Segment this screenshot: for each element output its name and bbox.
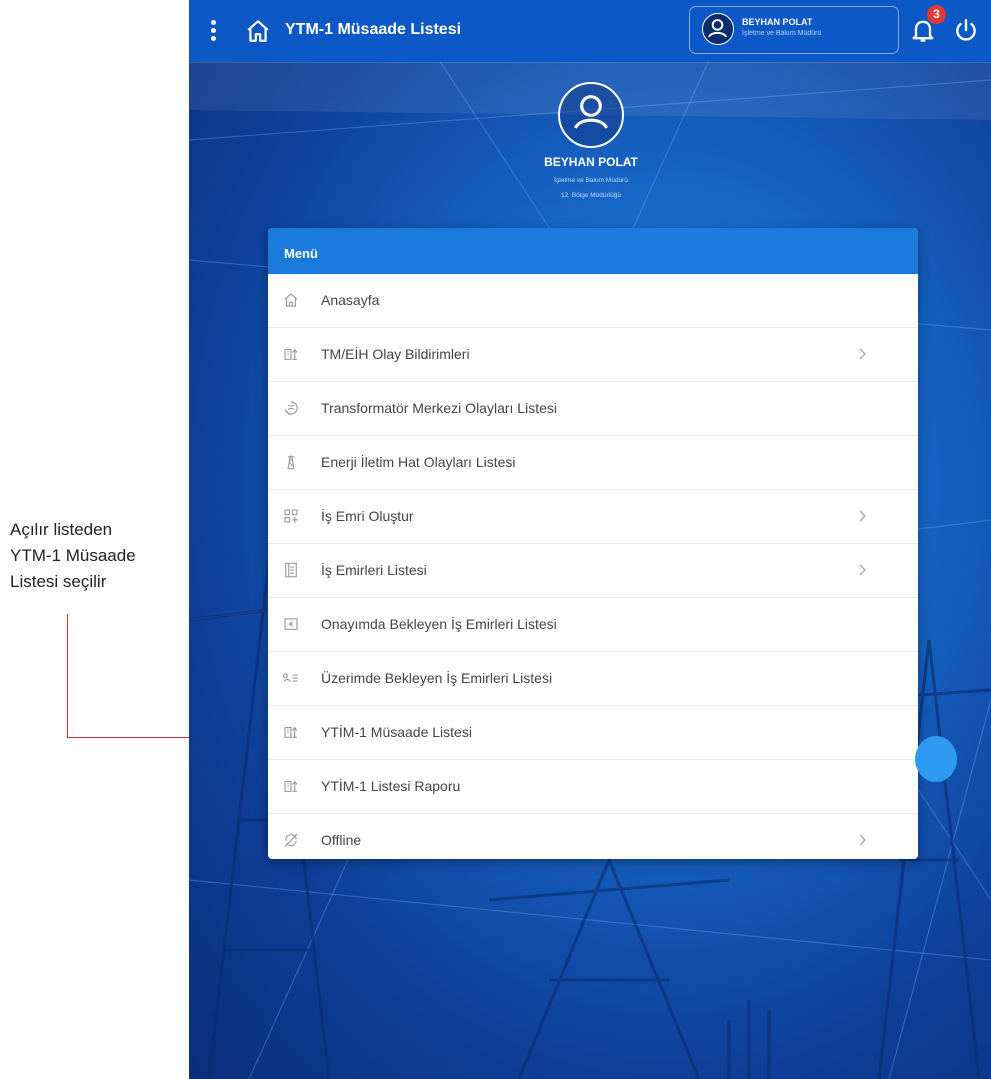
menu-item-anasayfa[interactable]: Anasayfa (268, 274, 918, 328)
home-icon[interactable] (245, 18, 271, 44)
avatar (702, 13, 734, 45)
annotation-note: Açılır listeden YTM-1 Müsaade Listesi se… (10, 517, 185, 595)
tower-icon (287, 455, 295, 470)
report-icon (284, 780, 298, 792)
annotation-line-1: Açılır listeden (10, 520, 113, 539)
profile-role: İşletme ve Bakım Müdürü (554, 177, 628, 184)
report-icon (284, 348, 298, 360)
chevron-right-icon (859, 510, 866, 522)
annotation-line-3: Listesi seçilir (10, 572, 107, 591)
menu-item-label: Transformatör Merkezi Olayları Listesi (321, 400, 557, 416)
grid-plus-icon (284, 509, 298, 523)
chevron-right-icon (859, 834, 866, 846)
profile-avatar (558, 82, 624, 148)
approval-icon (284, 618, 298, 630)
menu-item-olay-bildirimleri[interactable]: TM/EİH Olay Bildirimleri (268, 328, 918, 382)
notification-badge: 3 (927, 5, 946, 24)
transformer-icon (284, 401, 298, 416)
menu-item-label: Anasayfa (321, 292, 380, 308)
app-window: YTM-1 Müsaade Listesi BEYHAN POLAT İşlet… (189, 0, 991, 1079)
menu-item-onayimda-bekleyen[interactable]: Onayımda Bekleyen İş Emirleri Listesi (268, 598, 918, 652)
report-icon (284, 726, 298, 738)
user-icon (708, 19, 727, 38)
menu-item-label: Onayımda Bekleyen İş Emirleri Listesi (321, 616, 557, 632)
power-icon[interactable] (953, 17, 979, 43)
menu-item-enerji-iletim-hat[interactable]: Enerji İletim Hat Olayları Listesi (268, 436, 918, 490)
home-icon (284, 293, 298, 307)
menu-item-label: İş Emirleri Listesi (321, 562, 427, 578)
offline-icon (284, 833, 298, 848)
menu-item-ytim1-musaade-listesi[interactable]: YTİM-1 Müsaade Listesi (268, 706, 918, 760)
menu-title: Menü (268, 228, 918, 274)
chevron-right-icon (859, 564, 866, 576)
user-list-icon (283, 673, 298, 682)
user-name: BEYHAN POLAT (742, 17, 813, 27)
annotation-line-2: YTM-1 Müsaade (10, 546, 136, 565)
more-options-icon[interactable] (211, 20, 217, 44)
user-icon (574, 95, 608, 129)
menu-item-label: Üzerimde Bekleyen İş Emirleri Listesi (321, 670, 553, 686)
user-role: İşletme ve Bakım Müdürü (742, 30, 822, 37)
list-doc-icon (285, 562, 297, 578)
profile-department: 12. Bölge Müdürlüğü (561, 192, 621, 199)
page-title: YTM-1 Müsaade Listesi (285, 21, 462, 38)
user-profile-chip[interactable]: BEYHAN POLAT İşletme ve Bakım Müdürü (689, 6, 899, 54)
menu-item-label: YTİM-1 Listesi Raporu (321, 778, 461, 794)
menu-item-ytim1-listesi-raporu[interactable]: YTİM-1 Listesi Raporu (268, 760, 918, 814)
floating-action-button[interactable] (915, 736, 957, 782)
chevron-right-icon (859, 348, 866, 360)
menu-item-offline[interactable]: Offline (268, 814, 918, 859)
menu-item-is-emri-olustur[interactable]: İş Emri Oluştur (268, 490, 918, 544)
menu-item-label: YTİM-1 Müsaade Listesi (321, 724, 472, 740)
menu-item-transformator-merkezi[interactable]: Transformatör Merkezi Olayları Listesi (268, 382, 918, 436)
menu-item-uzerimde-bekleyen[interactable]: Üzerimde Bekleyen İş Emirleri Listesi (268, 652, 918, 706)
profile-name: BEYHAN POLAT (544, 155, 638, 169)
main-menu: Menü Anasayfa TM/EİH Olay Bildirimleri T… (268, 228, 918, 859)
annotation-connector-vertical (67, 614, 68, 738)
menu-item-label: İş Emri Oluştur (321, 508, 414, 524)
top-app-bar: YTM-1 Müsaade Listesi BEYHAN POLAT İşlet… (189, 0, 991, 62)
menu-item-label: TM/EİH Olay Bildirimleri (321, 346, 470, 362)
menu-item-label: Offline (321, 832, 362, 848)
menu-item-is-emirleri-listesi[interactable]: İş Emirleri Listesi (268, 544, 918, 598)
menu-item-label: Enerji İletim Hat Olayları Listesi (321, 454, 516, 470)
